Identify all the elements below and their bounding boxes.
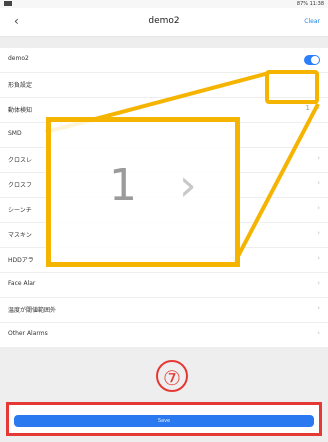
step-marker: ⑦: [156, 360, 188, 392]
zoom-callout: 1 ›: [46, 117, 240, 267]
chevron-right-icon: ›: [179, 160, 197, 211]
zoomed-value: 1: [109, 160, 137, 211]
app-frame: 87% 11:38 ‹ demo2 Clear demo2 形負設定 動体検知 …: [0, 0, 328, 442]
save-button[interactable]: Save: [14, 415, 314, 427]
save-highlight: Save: [6, 402, 322, 436]
highlight-box: [265, 70, 319, 104]
